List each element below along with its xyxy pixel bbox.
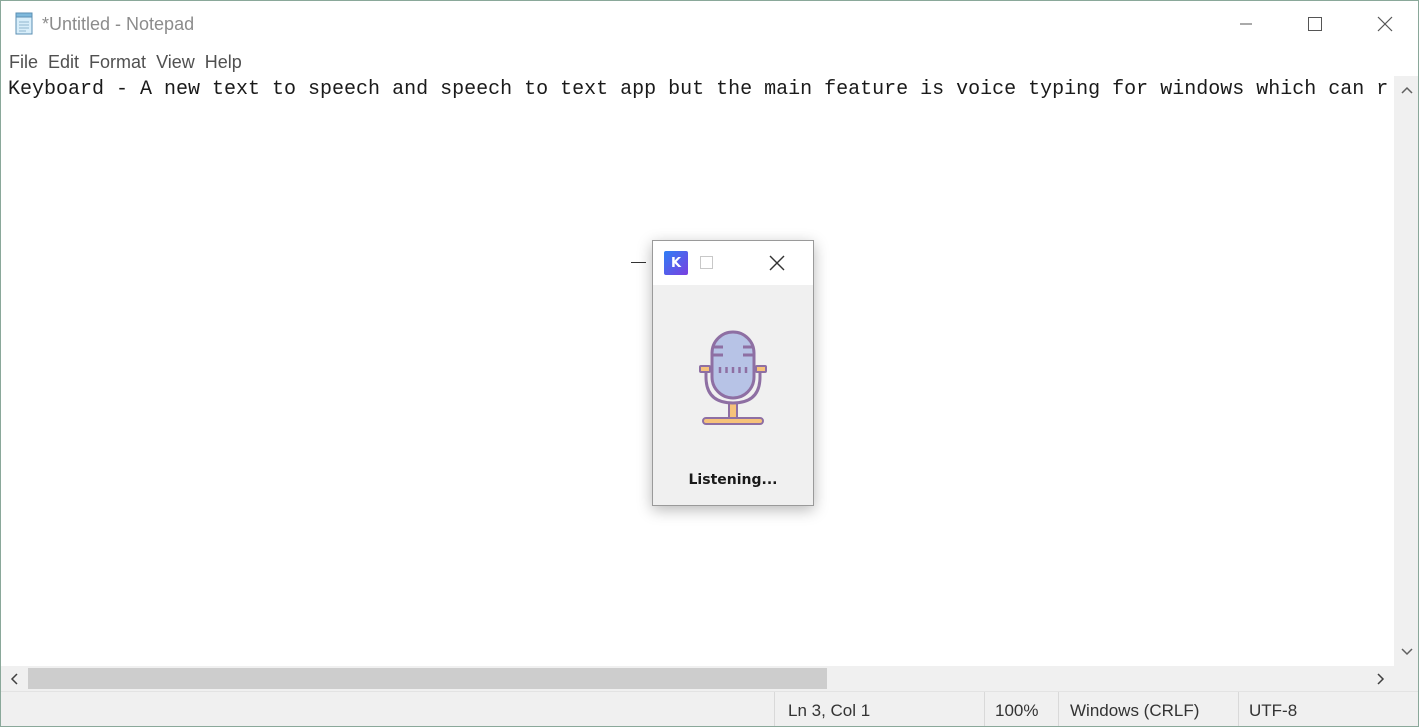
scroll-left-button[interactable] — [1, 666, 27, 691]
status-line-ending: Windows (CRLF) — [1058, 692, 1238, 726]
horizontal-scrollbar[interactable] — [1, 666, 1394, 691]
status-bar: Ln 3, Col 1 100% Windows (CRLF) UTF-8 — [1, 691, 1418, 726]
chevron-right-icon — [1377, 672, 1385, 685]
menu-edit[interactable]: Edit — [43, 48, 84, 76]
menu-file[interactable]: File — [4, 48, 43, 76]
minimize-icon — [1240, 23, 1252, 25]
listening-status: Listening... — [688, 472, 778, 488]
horizontal-scroll-thumb[interactable] — [28, 668, 827, 689]
notepad-icon — [15, 12, 33, 35]
popup-close-icon[interactable] — [767, 253, 787, 273]
status-encoding: UTF-8 — [1238, 692, 1418, 726]
popup-title-bar[interactable]: K — [653, 241, 813, 285]
notepad-window: *Untitled - Notepad File Edit Format Vie… — [0, 0, 1419, 727]
minimize-button[interactable] — [1211, 1, 1281, 47]
menu-help[interactable]: Help — [200, 48, 247, 76]
scrollbar-corner — [1394, 666, 1418, 691]
keyboard-app-logo: K — [664, 251, 688, 275]
scroll-down-button[interactable] — [1394, 641, 1418, 663]
maximize-button[interactable] — [1280, 1, 1350, 47]
editor-content[interactable]: Keyboard - A new text to speech and spee… — [8, 77, 1388, 103]
chevron-down-icon — [1401, 648, 1413, 656]
window-title: *Untitled - Notepad — [42, 14, 195, 34]
microphone-icon[interactable] — [698, 329, 768, 429]
close-button[interactable] — [1350, 1, 1418, 47]
menu-view[interactable]: View — [151, 48, 200, 76]
chevron-left-icon — [10, 672, 18, 685]
maximize-icon — [1308, 17, 1322, 31]
scroll-right-button[interactable] — [1368, 666, 1394, 691]
menu-format[interactable]: Format — [84, 48, 151, 76]
scroll-up-button[interactable] — [1394, 79, 1418, 101]
close-icon — [1377, 16, 1393, 32]
vertical-scrollbar[interactable] — [1394, 76, 1418, 666]
title-bar[interactable]: *Untitled - Notepad — [1, 1, 1418, 47]
popup-minimize-dash[interactable] — [631, 262, 646, 263]
popup-maximize-button[interactable] — [700, 256, 713, 269]
menu-bar: File Edit Format View Help — [1, 48, 247, 76]
status-cursor-position: Ln 3, Col 1 — [774, 692, 984, 726]
chevron-up-icon — [1401, 86, 1413, 94]
voice-typing-popup: K Listening... — [652, 240, 814, 506]
status-zoom: 100% — [984, 692, 1058, 726]
